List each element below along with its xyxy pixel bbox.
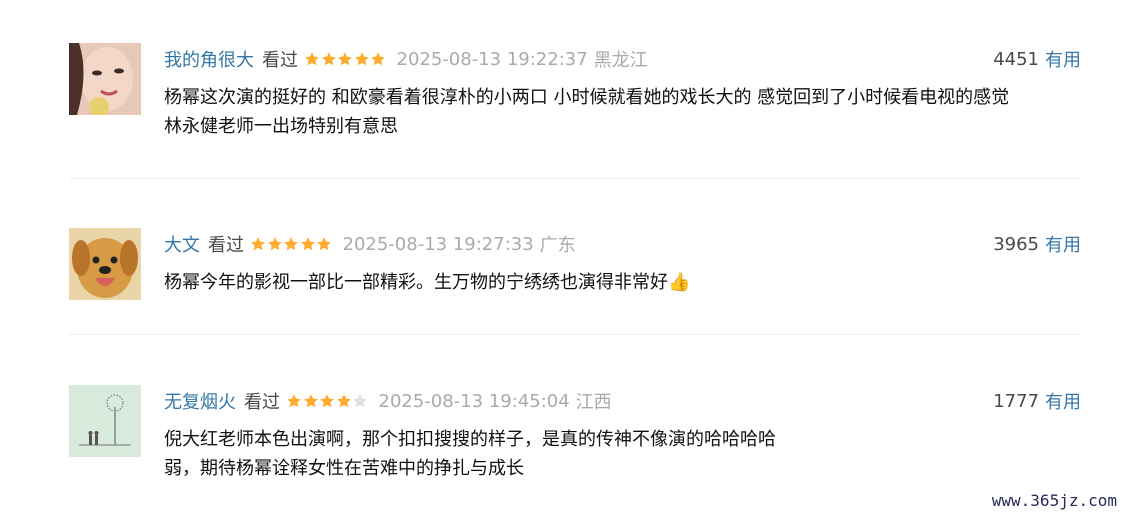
review-region: 黑龙江 <box>593 50 648 71</box>
vote-count: 1777 <box>993 390 1039 412</box>
divider <box>69 178 1081 179</box>
review-meta: 大文 看过 2025-08-13 19:27:33 广东 <box>164 231 576 257</box>
author-link[interactable]: 无复烟火 <box>164 388 236 414</box>
star-filled-icon <box>371 52 385 66</box>
review-region: 广东 <box>539 235 576 256</box>
star-filled-icon <box>267 237 282 251</box>
author-link[interactable]: 大文 <box>164 231 200 257</box>
review-content-line: 杨幂今年的影视一部比一部精彩。生万物的宁绣绣也演得非常好👍 <box>164 272 691 293</box>
vote-count: 4451 <box>993 48 1039 70</box>
user-avatar[interactable] <box>69 385 141 457</box>
watch-status: 看过 <box>208 235 244 256</box>
avatar-image <box>69 228 141 300</box>
votes: 4451 有用 <box>993 46 1081 72</box>
star-filled-icon <box>321 52 336 66</box>
review-time[interactable]: 2025-08-13 19:27:33 <box>343 234 534 255</box>
avatar-image <box>69 43 141 115</box>
watermark: www.365jz.com <box>991 491 1117 510</box>
avatar-image <box>69 385 141 457</box>
watch-status: 看过 <box>244 392 280 413</box>
review-content: 杨幂这次演的挺好的 和欧豪看着很淳朴的小两口 小时候就看她的戏长大的 感觉回到了… <box>164 83 1084 141</box>
review-region: 江西 <box>575 392 612 413</box>
vote-count: 3965 <box>993 233 1039 255</box>
star-filled-icon <box>284 237 298 251</box>
rating-stars <box>304 51 387 67</box>
star-filled-icon <box>320 394 334 408</box>
star-empty-icon <box>353 394 367 408</box>
rating-stars <box>286 393 369 409</box>
votes: 3965 有用 <box>993 231 1081 257</box>
review-time[interactable]: 2025-08-13 19:22:37 <box>397 49 588 70</box>
review-meta: 我的角很大 看过 2025-08-13 19:22:37 黑龙江 <box>164 46 648 72</box>
star-filled-icon <box>303 394 318 408</box>
useful-button[interactable]: 有用 <box>1045 388 1081 414</box>
star-filled-icon <box>251 237 265 251</box>
review-content: 杨幂今年的影视一部比一部精彩。生万物的宁绣绣也演得非常好👍 <box>164 268 1084 297</box>
review-meta: 无复烟火 看过 2025-08-13 19:45:04 江西 <box>164 388 612 414</box>
author-link[interactable]: 我的角很大 <box>164 46 254 72</box>
review-content-line: 杨幂这次演的挺好的 和欧豪看着很淳朴的小两口 小时候就看她的戏长大的 感觉回到了… <box>164 87 1010 108</box>
watch-status: 看过 <box>262 50 298 71</box>
star-filled-icon <box>300 237 315 251</box>
user-avatar[interactable] <box>69 43 141 115</box>
review-content-line: 林永健老师一出场特别有意思 <box>164 116 398 137</box>
star-filled-icon <box>336 394 351 408</box>
star-filled-icon <box>354 52 369 66</box>
votes: 1777 有用 <box>993 388 1081 414</box>
star-filled-icon <box>287 394 301 408</box>
useful-button[interactable]: 有用 <box>1045 46 1081 72</box>
star-filled-icon <box>317 237 331 251</box>
review-time[interactable]: 2025-08-13 19:45:04 <box>379 391 570 412</box>
useful-button[interactable]: 有用 <box>1045 231 1081 257</box>
star-filled-icon <box>338 52 352 66</box>
star-filled-icon <box>305 52 319 66</box>
fade-overlay <box>820 420 1125 490</box>
rating-stars <box>250 236 333 252</box>
divider <box>69 334 1081 335</box>
user-avatar[interactable] <box>69 228 141 300</box>
